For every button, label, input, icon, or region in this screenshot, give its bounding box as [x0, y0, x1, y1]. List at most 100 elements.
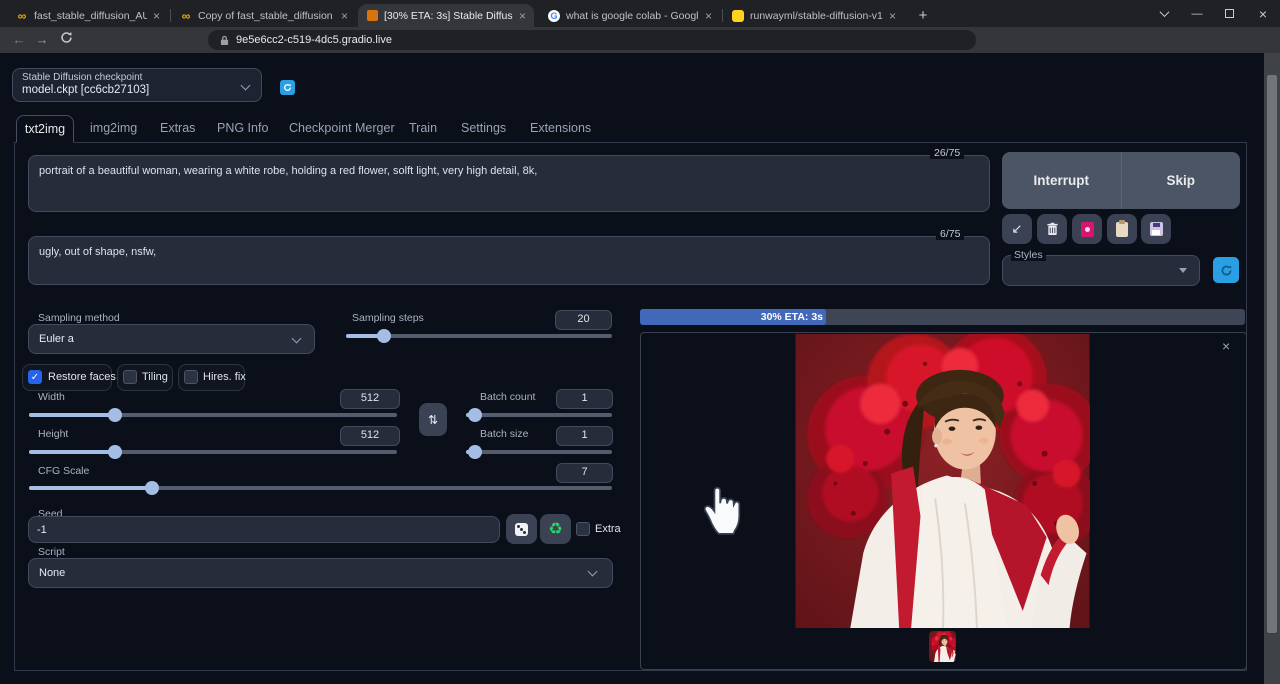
- floppy-disk-icon: [1150, 222, 1163, 236]
- slider-handle[interactable]: [377, 329, 391, 343]
- window-minimize-button[interactable]: —: [1182, 0, 1212, 27]
- chevron-down-icon: [292, 334, 302, 344]
- save-style-button[interactable]: [1141, 214, 1171, 244]
- browser-tab-google[interactable]: G what is google colab - Googl ×: [540, 4, 720, 27]
- browser-tab-stable-diffusion[interactable]: [30% ETA: 3s] Stable Diffusion ×: [358, 4, 534, 27]
- stable-diffusion-icon: [366, 10, 378, 22]
- browser-window: ∞ fast_stable_diffusion_AUTOMA × ∞ Copy …: [0, 0, 1280, 684]
- negative-prompt-text: ugly, out of shape, nsfw,: [29, 237, 989, 268]
- batch-count-value[interactable]: 1: [556, 389, 613, 409]
- page-scrollbar[interactable]: [1264, 53, 1280, 684]
- tab-close-icon[interactable]: ×: [705, 9, 712, 23]
- reload-icon[interactable]: [57, 31, 75, 49]
- prompt-token-counter: 26/75: [930, 147, 964, 159]
- height-slider[interactable]: [29, 450, 397, 454]
- slider-handle[interactable]: [145, 481, 159, 495]
- window-menu-icon[interactable]: [1150, 0, 1178, 27]
- cfg-scale-slider[interactable]: [29, 486, 612, 490]
- progress-fill: 30% ETA: 3s: [640, 309, 826, 325]
- slider-handle[interactable]: [468, 445, 482, 459]
- tab-close-icon[interactable]: ×: [153, 9, 160, 23]
- script-dropdown[interactable]: None: [28, 558, 613, 588]
- tab-settings[interactable]: Settings: [461, 115, 506, 142]
- cfg-scale-value[interactable]: 7: [556, 463, 613, 483]
- batch-size-slider[interactable]: [466, 450, 612, 454]
- restore-faces-checkbox[interactable]: ✓: [28, 370, 42, 384]
- extra-seed-checkbox[interactable]: [576, 522, 590, 536]
- tab-separator: [722, 9, 723, 22]
- tab-extensions[interactable]: Extensions: [530, 115, 591, 142]
- generated-image[interactable]: [795, 334, 1090, 628]
- scrollbar-thumb[interactable]: [1267, 75, 1277, 633]
- slider-handle[interactable]: [468, 408, 482, 422]
- random-seed-button[interactable]: [506, 514, 537, 544]
- hires-fix-label: Hires. fix: [203, 371, 246, 383]
- tab-png-info[interactable]: PNG Info: [217, 115, 268, 142]
- sampling-steps-label: Sampling steps: [352, 312, 424, 324]
- negative-prompt-textarea[interactable]: ugly, out of shape, nsfw,: [28, 236, 990, 285]
- tab-close-icon[interactable]: ×: [341, 9, 348, 23]
- dice-icon: [515, 523, 528, 536]
- styles-label: Styles: [1011, 249, 1046, 261]
- gallery-close-icon[interactable]: ×: [1222, 338, 1230, 354]
- apply-style-button[interactable]: [1107, 214, 1137, 244]
- batch-size-value[interactable]: 1: [556, 426, 613, 446]
- gallery-thumbnail[interactable]: [929, 631, 956, 662]
- width-value[interactable]: 512: [340, 389, 400, 409]
- restore-faces-label: Restore faces: [48, 371, 116, 383]
- back-icon[interactable]: ←: [10, 31, 28, 49]
- interrupt-button[interactable]: Interrupt: [1002, 152, 1121, 209]
- width-slider[interactable]: [29, 413, 397, 417]
- read-generation-params-button[interactable]: ↙: [1002, 214, 1032, 244]
- sampling-steps-value[interactable]: 20: [555, 310, 612, 330]
- tiling-checkbox[interactable]: [123, 370, 137, 384]
- webui-page: Stable Diffusion checkpoint model.ckpt […: [0, 53, 1264, 684]
- tab-txt2img[interactable]: txt2img: [16, 115, 74, 143]
- google-icon: G: [548, 10, 560, 22]
- new-tab-button[interactable]: +: [912, 5, 934, 27]
- chevron-down-icon: [588, 567, 598, 577]
- address-bar[interactable]: 9e5e6cc2-c519-4dc5.gradio.live: [208, 30, 976, 50]
- chevron-down-icon: [1179, 268, 1187, 273]
- arrow-down-left-icon: ↙: [1012, 221, 1023, 237]
- slider-handle[interactable]: [108, 445, 122, 459]
- tab-separator: [170, 9, 171, 22]
- sampling-method-dropdown[interactable]: Euler a: [28, 324, 315, 354]
- browser-tab-colab-1[interactable]: ∞ fast_stable_diffusion_AUTOMA ×: [8, 4, 168, 27]
- reuse-seed-button[interactable]: ♻: [540, 514, 571, 544]
- refresh-checkpoint-icon[interactable]: [280, 80, 295, 95]
- chevron-down-icon: [241, 81, 251, 91]
- lock-icon: [220, 35, 229, 46]
- forward-icon[interactable]: →: [33, 31, 51, 49]
- tab-close-icon[interactable]: ×: [889, 9, 896, 23]
- sampling-steps-slider[interactable]: [346, 334, 612, 338]
- tab-title: [30% ETA: 3s] Stable Diffusion: [384, 10, 513, 22]
- browser-tab-huggingface[interactable]: runwayml/stable-diffusion-v1 ×: [724, 4, 904, 27]
- recycle-icon: ♻: [548, 519, 562, 539]
- refresh-styles-icon[interactable]: [1213, 257, 1239, 283]
- tab-title: what is google colab - Googl: [566, 10, 699, 22]
- skip-button[interactable]: Skip: [1121, 152, 1241, 209]
- batch-count-slider[interactable]: [466, 413, 612, 417]
- prompt-textarea[interactable]: portrait of a beautiful woman, wearing a…: [28, 155, 990, 212]
- hires-fix-checkbox[interactable]: [184, 370, 198, 384]
- swap-dimensions-button[interactable]: ⇅: [419, 403, 447, 436]
- clear-prompt-button[interactable]: [1037, 214, 1067, 244]
- height-label: Height: [38, 428, 68, 440]
- browser-tab-colab-2[interactable]: ∞ Copy of fast_stable_diffusion ×: [172, 4, 356, 27]
- swap-arrows-icon: ⇅: [428, 413, 438, 427]
- window-close-button[interactable]: ×: [1248, 0, 1278, 27]
- tab-checkpoint-merger[interactable]: Checkpoint Merger: [289, 115, 395, 142]
- window-maximize-button[interactable]: [1214, 0, 1244, 27]
- tab-train[interactable]: Train: [409, 115, 437, 142]
- tab-img2img[interactable]: img2img: [90, 115, 137, 142]
- extra-networks-button[interactable]: [1072, 214, 1102, 244]
- cfg-scale-label: CFG Scale: [38, 465, 89, 477]
- height-value[interactable]: 512: [340, 426, 400, 446]
- tab-close-icon[interactable]: ×: [519, 9, 526, 23]
- slider-handle[interactable]: [108, 408, 122, 422]
- checkpoint-dropdown[interactable]: Stable Diffusion checkpoint model.ckpt […: [12, 68, 262, 102]
- seed-input[interactable]: -1: [28, 516, 500, 543]
- batch-size-label: Batch size: [480, 428, 528, 440]
- tab-extras[interactable]: Extras: [160, 115, 195, 142]
